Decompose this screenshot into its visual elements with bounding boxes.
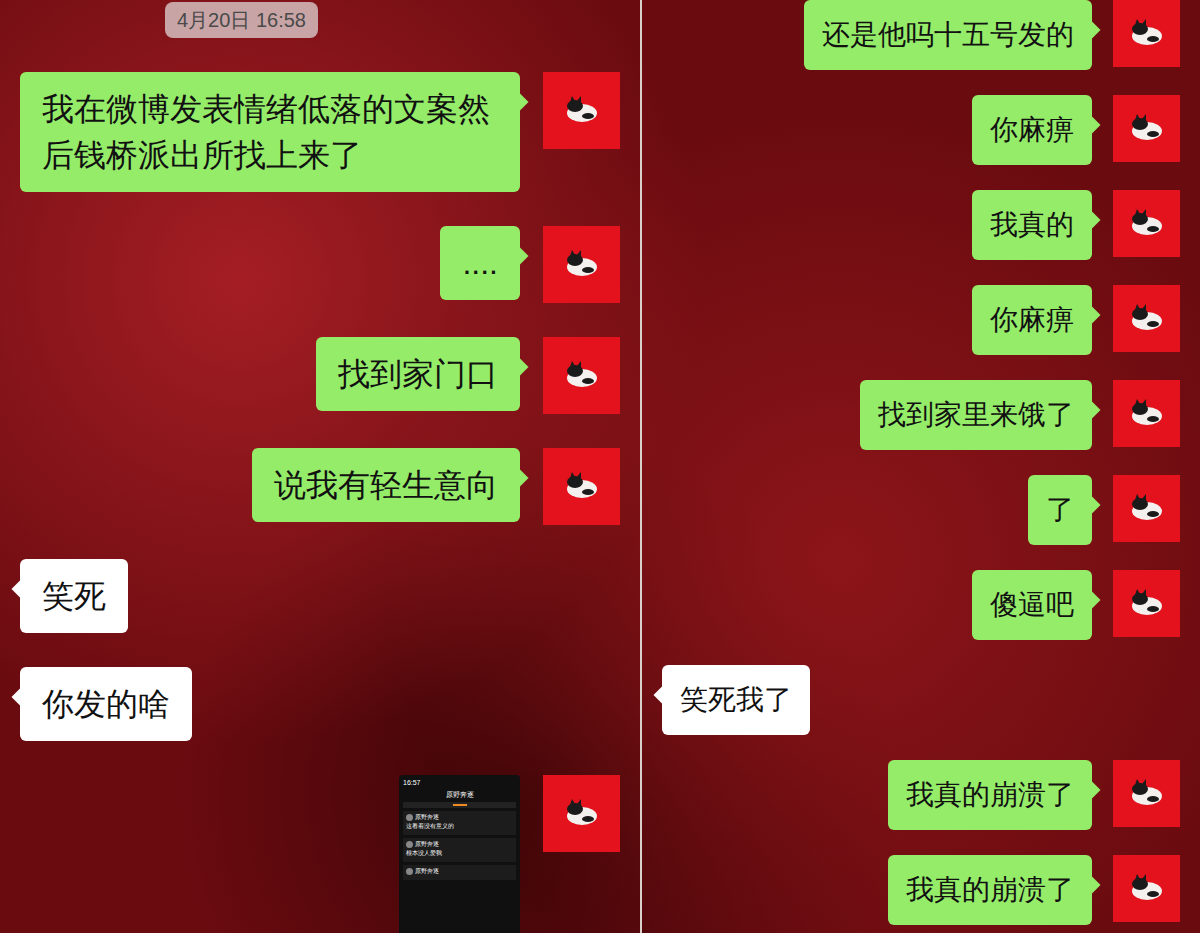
cat-icon xyxy=(562,799,602,829)
sent-bubble[interactable]: 找到家门口 xyxy=(316,337,520,411)
cat-icon xyxy=(562,361,602,391)
received-bubble[interactable]: 你发的啥 xyxy=(20,667,192,741)
received-bubble[interactable]: 笑死 xyxy=(20,559,128,633)
sent-bubble[interactable]: 我在微博发表情绪低落的文案然后钱桥派出所找上来了 xyxy=(20,72,520,192)
sent-bubble[interactable]: 我真的崩溃了 xyxy=(888,855,1092,925)
cat-icon xyxy=(1127,494,1167,524)
avatar[interactable] xyxy=(543,448,620,525)
image-message[interactable]: 16:57原野奔逐原野奔逐这看着没有意义的原野奔逐根本没人爱我原野奔逐 xyxy=(399,775,520,933)
sent-bubble[interactable]: 你麻痹 xyxy=(972,285,1092,355)
bubble-tail xyxy=(12,581,29,598)
post: 原野奔逐根本没人爱我 xyxy=(403,838,516,862)
sent-bubble[interactable]: 傻逼吧 xyxy=(972,570,1092,640)
message-row: 了 xyxy=(662,475,1180,545)
post: 原野奔逐 xyxy=(403,865,516,880)
bubble-tail xyxy=(1084,782,1101,799)
timestamp: 4月20日 16:58 xyxy=(165,2,318,38)
cat-icon xyxy=(562,472,602,502)
avatar[interactable] xyxy=(1113,285,1180,352)
avatar[interactable] xyxy=(543,337,620,414)
bubble-tail xyxy=(1084,22,1101,39)
bubble-tail xyxy=(1084,212,1101,229)
sent-bubble[interactable]: 说我有轻生意向 xyxy=(252,448,520,522)
avatar[interactable] xyxy=(1113,0,1180,67)
cat-icon xyxy=(562,96,602,126)
avatar[interactable] xyxy=(1113,760,1180,827)
avatar[interactable] xyxy=(1113,380,1180,447)
message-row: 笑死 xyxy=(20,559,620,633)
profile-title: 原野奔逐 xyxy=(403,790,516,799)
message-row: 傻逼吧 xyxy=(662,570,1180,640)
message-row: 找到家里来饿了 xyxy=(662,380,1180,450)
chat-panel: 还是他吗十五号发的你麻痹我真的你麻痹找到家里来饿了了傻逼吧笑死我了我真的崩溃了我… xyxy=(640,0,1200,933)
sent-bubble[interactable]: 找到家里来饿了 xyxy=(860,380,1092,450)
message-row: 16:57原野奔逐原野奔逐这看着没有意义的原野奔逐根本没人爱我原野奔逐 xyxy=(20,775,620,933)
bubble-tail xyxy=(1084,117,1101,134)
message-row: 你发的啥 xyxy=(20,667,620,741)
sent-bubble[interactable]: 了 xyxy=(1028,475,1092,545)
avatar[interactable] xyxy=(1113,475,1180,542)
sent-bubble[interactable]: 我真的 xyxy=(972,190,1092,260)
sent-bubble[interactable]: 我真的崩溃了 xyxy=(888,760,1092,830)
message-row: 我真的崩溃了 xyxy=(662,855,1180,925)
cat-icon xyxy=(1127,399,1167,429)
avatar[interactable] xyxy=(1113,95,1180,162)
sent-bubble[interactable]: .... xyxy=(440,226,520,300)
message-row: 我在微博发表情绪低落的文案然后钱桥派出所找上来了 xyxy=(20,72,620,192)
cat-icon xyxy=(1127,874,1167,904)
avatar[interactable] xyxy=(543,72,620,149)
bubble-tail xyxy=(1084,402,1101,419)
received-bubble[interactable]: 笑死我了 xyxy=(662,665,810,735)
bubble-tail xyxy=(654,687,671,704)
avatar[interactable] xyxy=(1113,855,1180,922)
bubble-tail xyxy=(1084,592,1101,609)
message-row: 说我有轻生意向 xyxy=(20,448,620,525)
cat-icon xyxy=(1127,304,1167,334)
bubble-tail xyxy=(512,248,529,265)
bubble-tail xyxy=(512,359,529,376)
chat-panel: 4月20日 16:58 我在微博发表情绪低落的文案然后钱桥派出所找上来了.... 找… xyxy=(0,0,640,933)
screenshot: 4月20日 16:58 我在微博发表情绪低落的文案然后钱桥派出所找上来了.... 找… xyxy=(0,0,1200,933)
avatar[interactable] xyxy=(543,226,620,303)
cat-icon xyxy=(1127,779,1167,809)
bubble-tail xyxy=(12,689,29,706)
avatar[interactable] xyxy=(543,775,620,852)
status-time: 16:57 xyxy=(403,778,516,787)
message-row: 还是他吗十五号发的 xyxy=(662,0,1180,70)
post: 原野奔逐这看着没有意义的 xyxy=(403,811,516,835)
message-row: 我真的 xyxy=(662,190,1180,260)
message-row: .... xyxy=(20,226,620,303)
sent-bubble[interactable]: 还是他吗十五号发的 xyxy=(804,0,1092,70)
bubble-tail xyxy=(512,94,529,111)
message-row: 我真的崩溃了 xyxy=(662,760,1180,830)
cat-icon xyxy=(1127,19,1167,49)
message-row: 笑死我了 xyxy=(662,665,1180,735)
cat-icon xyxy=(562,250,602,280)
message-row: 你麻痹 xyxy=(662,285,1180,355)
bubble-tail xyxy=(1084,877,1101,894)
bubble-tail xyxy=(1084,307,1101,324)
bubble-tail xyxy=(1084,497,1101,514)
avatar[interactable] xyxy=(1113,190,1180,257)
avatar[interactable] xyxy=(1113,570,1180,637)
cat-icon xyxy=(1127,209,1167,239)
message-row: 你麻痹 xyxy=(662,95,1180,165)
bubble-tail xyxy=(512,470,529,487)
sent-bubble[interactable]: 你麻痹 xyxy=(972,95,1092,165)
cat-icon xyxy=(1127,589,1167,619)
message-row: 找到家门口 xyxy=(20,337,620,414)
cat-icon xyxy=(1127,114,1167,144)
